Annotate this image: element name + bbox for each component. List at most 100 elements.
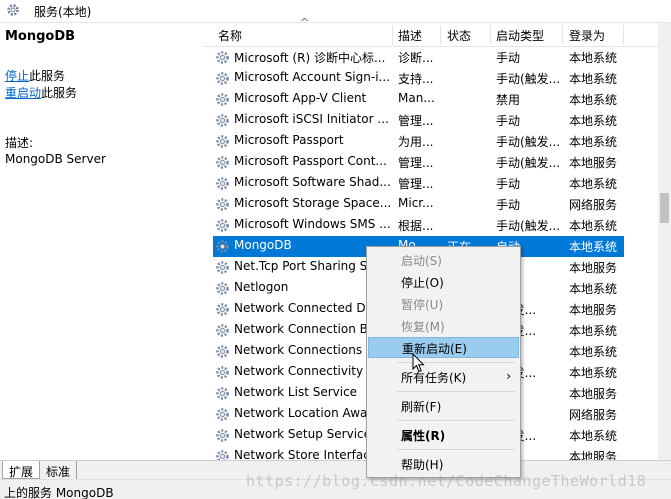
service-description-cell: 管理...	[398, 114, 434, 128]
menu-separator	[397, 449, 515, 450]
menu-separator	[397, 391, 515, 392]
service-logon-cell: 本地服务	[569, 303, 618, 317]
gear-icon	[215, 239, 230, 257]
service-row[interactable]: Microsoft Windows SMS ... 根据... 手动(触发... 本地…	[213, 215, 624, 236]
context-menu: 启动(S) 停止(O) 暂停(U) 恢复(M) 重新启动(E) 所有任务(K) …	[366, 246, 521, 478]
gear-icon	[215, 92, 230, 110]
stop-service-suffix: 此服务	[29, 69, 66, 83]
menu-item-stop[interactable]: 停止(O)	[368, 272, 519, 293]
scrollbar-thumb[interactable]	[660, 193, 669, 223]
service-description-cell: 为用...	[398, 135, 434, 149]
service-logon-cell: 本地系统	[569, 219, 618, 233]
gear-icon	[215, 71, 230, 89]
service-name-cell: Microsoft Storage Space...	[234, 196, 392, 210]
mouse-cursor-icon	[412, 352, 425, 376]
column-status[interactable]: 状态	[447, 27, 471, 44]
gear-icon	[215, 365, 230, 383]
service-row[interactable]: Microsoft App-V Client Man... 禁用 本地系统	[213, 89, 624, 110]
service-logon-cell: 本地服务	[569, 387, 618, 401]
gear-icon	[215, 176, 230, 194]
vertical-scrollbar[interactable]	[658, 23, 671, 460]
column-logon-as[interactable]: 登录为	[569, 27, 605, 44]
service-startup-cell: 手动(触发...	[496, 135, 561, 149]
selected-service-name: MongoDB	[5, 29, 76, 44]
gear-icon	[215, 281, 230, 299]
service-startup-cell: 禁用	[496, 93, 521, 107]
column-startup-type[interactable]: 启动类型	[496, 27, 544, 44]
service-row[interactable]: Microsoft iSCSI Initiator ... 管理... 手动 本地系统	[213, 110, 624, 131]
service-name-cell: Microsoft Software Shad...	[234, 175, 391, 189]
column-divider[interactable]	[490, 25, 491, 45]
description-text: MongoDB Server	[5, 152, 106, 166]
stop-service-link[interactable]: 停止	[5, 69, 29, 83]
column-header: ^ 名称 描述 状态 启动类型 登录为	[203, 16, 671, 47]
column-divider[interactable]	[440, 25, 441, 45]
service-startup-cell: 手动	[496, 198, 521, 212]
sort-caret-icon: ^	[300, 16, 310, 29]
column-description[interactable]: 描述	[398, 27, 422, 44]
window-title: 服务(本地)	[34, 5, 92, 19]
service-startup-cell: 手动	[496, 114, 521, 128]
service-startup-cell: 手动	[496, 51, 521, 65]
service-name-cell: Microsoft Windows SMS ...	[234, 217, 391, 231]
gear-icon	[215, 407, 230, 425]
service-logon-cell: 本地系统	[569, 366, 618, 380]
service-logon-cell: 本地系统	[569, 324, 618, 338]
menu-item-all-tasks[interactable]: 所有任务(K) ›	[368, 367, 519, 388]
service-logon-cell: 本地系统	[569, 282, 618, 296]
menu-item-refresh[interactable]: 刷新(F)	[368, 396, 519, 417]
service-description-cell: 管理...	[398, 156, 434, 170]
submenu-arrow-icon: ›	[506, 369, 511, 383]
service-name-cell: Microsoft (R) 诊断中心标...	[234, 51, 386, 65]
service-logon-cell: 本地系统	[569, 177, 618, 191]
service-logon-cell: 本地系统	[569, 51, 618, 65]
tab-extended[interactable]: 扩展	[2, 461, 41, 479]
menu-item-start[interactable]: 启动(S)	[368, 250, 519, 271]
service-logon-cell: 本地系统	[569, 429, 618, 443]
menu-item-properties[interactable]: 属性(R)	[368, 425, 519, 446]
service-row[interactable]: Microsoft Passport 为用... 手动(触发... 本地系统	[213, 131, 624, 152]
service-description-cell: Micr...	[398, 196, 434, 210]
menu-item-all-tasks-label: 所有任务(K)	[401, 371, 467, 385]
services-gear-icon	[6, 3, 20, 20]
service-logon-cell: 本地服务	[569, 261, 618, 275]
service-row[interactable]: Microsoft Account Sign-i... 支持... 手动(触发...…	[213, 68, 624, 89]
service-logon-cell: 网络服务	[569, 198, 618, 212]
gear-icon	[215, 113, 230, 131]
column-divider[interactable]	[623, 25, 624, 45]
service-description-cell: 管理...	[398, 177, 434, 191]
gear-icon	[215, 50, 230, 68]
service-name-cell: Microsoft Passport	[234, 133, 344, 147]
menu-separator	[397, 420, 515, 421]
column-divider[interactable]	[392, 25, 393, 45]
service-logon-cell: 本地服务	[569, 156, 618, 170]
service-logon-cell: 本地系统	[569, 72, 618, 86]
column-divider[interactable]	[562, 25, 563, 45]
service-row[interactable]: Microsoft Storage Space... Micr... 手动 网络服务	[213, 194, 624, 215]
service-logon-cell: 本地系统	[569, 93, 618, 107]
service-logon-cell: 本地系统	[569, 114, 618, 128]
gear-icon	[215, 344, 230, 362]
gear-icon	[215, 386, 230, 404]
service-row[interactable]: Microsoft Software Shad... 管理... 手动 本地系统	[213, 173, 624, 194]
service-startup-cell: 手动	[496, 177, 521, 191]
service-startup-cell: 手动(触发...	[496, 219, 561, 233]
restart-service-link[interactable]: 重启动	[5, 86, 41, 100]
restart-service-suffix: 此服务	[41, 86, 78, 100]
column-name[interactable]: 名称	[218, 27, 242, 44]
service-name-cell: Microsoft Passport Cont...	[234, 154, 387, 168]
tab-standard[interactable]: 标准	[40, 461, 78, 479]
menu-item-resume[interactable]: 恢复(M)	[368, 316, 519, 337]
gear-icon	[215, 155, 230, 173]
service-row[interactable]: Microsoft (R) 诊断中心标... 诊断... 手动 本地系统	[213, 47, 624, 68]
gear-icon	[215, 134, 230, 152]
service-name-cell: Microsoft Account Sign-i...	[234, 70, 390, 84]
service-logon-cell: 本地系统	[569, 345, 618, 359]
service-row[interactable]: Microsoft Passport Cont... 管理... 手动(触发... 本…	[213, 152, 624, 173]
description-label: 描述:	[5, 136, 34, 150]
menu-item-pause[interactable]: 暂停(U)	[368, 294, 519, 315]
menu-item-restart[interactable]: 重新启动(E)	[368, 337, 519, 358]
stop-service-line: 停止此服务	[5, 67, 65, 84]
service-description-cell: Man...	[398, 91, 435, 105]
details-pane: MongoDB 停止此服务 重启动此服务 描述: MongoDB Server	[0, 23, 203, 460]
